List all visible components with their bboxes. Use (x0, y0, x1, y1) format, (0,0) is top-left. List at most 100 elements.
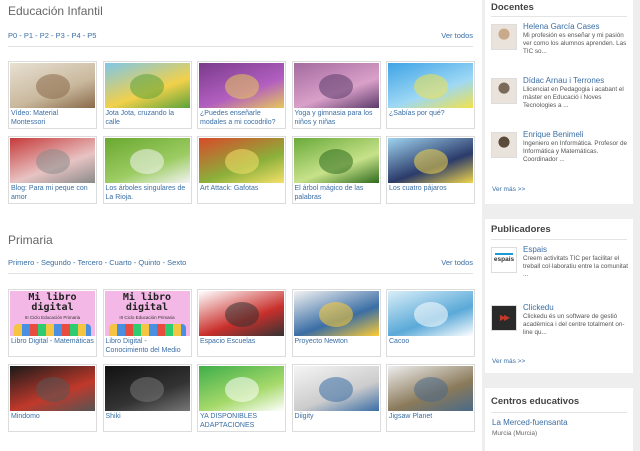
primaria-ver-todos-link[interactable]: Ver todos (441, 258, 473, 267)
section-title-primaria: Primaria (8, 233, 53, 247)
infantil-resource-card[interactable]: Blog: Para mi peque con amor (8, 136, 97, 204)
resource-caption[interactable]: Espacio Escuelas (200, 338, 283, 347)
thumbnail-shape (224, 377, 259, 402)
resource-caption[interactable]: Blog: Para mi peque con amor (11, 185, 94, 202)
resource-caption[interactable]: ¿Puedes enseñarle modales a mi cocodrilo… (200, 110, 283, 127)
primaria-resource-card[interactable]: YA DISPONIBLES ADAPTACIONES (197, 364, 286, 432)
grade-link-cuarto[interactable]: Cuarto (109, 258, 132, 267)
resource-thumbnail (10, 63, 95, 108)
resource-caption[interactable]: Los árboles singulares de La Rioja. (106, 185, 189, 202)
primaria-resource-card[interactable]: Shiki (102, 364, 192, 432)
resource-thumbnail (388, 291, 473, 336)
thumbnail-shape (319, 377, 353, 402)
infantil-resource-card[interactable]: ¿Puedes enseñarle modales a mi cocodrilo… (197, 61, 286, 129)
primaria-resource-card[interactable]: Jigsaw Planet (386, 364, 475, 432)
infantil-ver-todos-link[interactable]: Ver todos (441, 31, 473, 40)
publisher-logo[interactable]: espais (491, 247, 517, 273)
grade-link-tercero[interactable]: Tercero (78, 258, 103, 267)
thumbnail-illustration (108, 324, 186, 336)
centro-link[interactable]: La Merced-fuensanta (492, 418, 568, 427)
docente-name-link[interactable]: Helena García Cases (523, 22, 599, 31)
link-separator: - (34, 258, 41, 267)
resource-caption[interactable]: Libro Digital - Matemáticas (11, 338, 94, 347)
level-link-p2[interactable]: P2 (40, 31, 49, 40)
thumbnail-shape (130, 377, 164, 402)
resource-caption[interactable]: ¿Sabías por qué? (389, 110, 472, 119)
resource-caption[interactable]: Diigity (295, 413, 378, 422)
resource-thumbnail (10, 138, 95, 183)
primaria-resource-card[interactable]: Proyecto Newton (291, 289, 381, 357)
resource-caption[interactable]: El árbol mágico de las palabras (295, 185, 378, 202)
resource-thumbnail: Mi libro digital III Ciclo Educación Prim… (10, 291, 95, 336)
publicadores-box: Publicadores espais Espais Creem activitat… (485, 219, 633, 373)
grade-link-quinto[interactable]: Quinto (138, 258, 160, 267)
publicador-name-link[interactable]: Espais (523, 245, 547, 254)
resource-caption[interactable]: Mindomo (11, 413, 94, 422)
avatar[interactable] (491, 24, 517, 50)
primaria-resource-card[interactable]: Diigity (291, 364, 381, 432)
docentes-box: Docentes Helena García Cases Mi profesión… (485, 0, 633, 204)
primaria-resource-card[interactable]: Mi libro digital III Ciclo Educación Prim… (8, 289, 97, 357)
thumbnail-shape (35, 377, 70, 402)
resource-caption[interactable]: YA DISPONIBLES ADAPTACIONES (200, 413, 283, 430)
resource-caption[interactable]: Yoga y gimnasia para los niños y niñas (295, 110, 378, 127)
docente-item: Helena García Cases Mi profesión es enseñ… (491, 22, 629, 62)
resource-thumbnail (388, 138, 473, 183)
docente-description: Ingeniero en Informática. Profesor de In… (523, 140, 627, 163)
infantil-resource-card[interactable]: Yoga y gimnasia para los niños y niñas (291, 61, 381, 129)
publisher-logo[interactable]: ▶▶ (491, 305, 517, 331)
infantil-resource-card[interactable]: Art Attack: Gafotas (197, 136, 286, 204)
level-link-p1[interactable]: P1 (24, 31, 33, 40)
level-link-p0[interactable]: P0 (8, 31, 17, 40)
resource-caption[interactable]: Jigsaw Planet (389, 413, 472, 422)
resource-thumbnail (104, 138, 190, 183)
thumbnail-illustration (14, 324, 91, 336)
avatar[interactable] (491, 78, 517, 104)
section-title-infantil: Educación Infantil (8, 4, 103, 18)
resource-caption[interactable]: Proyecto Newton (295, 338, 378, 347)
thumbnail-shape (413, 377, 448, 402)
thumbnail-title: Mi libro digital (28, 292, 77, 313)
infantil-resource-card[interactable]: Jota Jota, cruzando la calle (102, 61, 192, 129)
thumbnail-shape (130, 74, 164, 99)
resource-thumbnail (388, 366, 473, 411)
resource-thumbnail (199, 366, 284, 411)
resource-caption[interactable]: Cacoo (389, 338, 472, 347)
centros-title: Centros educativos (491, 396, 580, 407)
primaria-resource-card[interactable]: Mi libro digital III Ciclo Educación Prim… (102, 289, 192, 357)
resource-thumbnail (199, 63, 284, 108)
infantil-resource-card[interactable]: ¿Sabías por qué? (386, 61, 475, 129)
resource-thumbnail (10, 366, 95, 411)
infantil-resource-card[interactable]: Vídeo: Material Montessori (8, 61, 97, 129)
primaria-resource-card[interactable]: Espacio Escuelas (197, 289, 286, 357)
thumbnail-shape (319, 149, 353, 174)
resource-caption[interactable]: Art Attack: Gafotas (200, 185, 283, 194)
docente-name-link[interactable]: Dídac Arnau i Terrones (523, 76, 604, 85)
resource-caption[interactable]: Jota Jota, cruzando la calle (106, 110, 189, 127)
primaria-resource-card[interactable]: Cacoo (386, 289, 475, 357)
main-content: Educación Infantil P0 - P1 - P2 - P3 - P… (0, 0, 478, 451)
primaria-resource-card[interactable]: Mindomo (8, 364, 97, 432)
divider (8, 273, 473, 274)
resource-caption[interactable]: Shiki (106, 413, 189, 422)
resource-caption[interactable]: Vídeo: Material Montessori (11, 110, 94, 127)
grade-link-segundo[interactable]: Segundo (41, 258, 71, 267)
infantil-resource-card[interactable]: Los cuatro pájaros (386, 136, 475, 204)
level-link-p3[interactable]: P3 (56, 31, 65, 40)
divider (491, 239, 627, 240)
publicador-name-link[interactable]: Clickedu (523, 303, 554, 312)
level-link-p4[interactable]: P4 (71, 31, 80, 40)
resource-caption[interactable]: Libro Digital - Conocimiento del Medio (106, 338, 189, 355)
docente-name-link[interactable]: Enrique Benimeli (523, 130, 583, 139)
docente-description: Llicenciat en Pedagogia i acabant el màs… (523, 86, 624, 109)
avatar[interactable] (491, 132, 517, 158)
infantil-resource-card[interactable]: Los árboles singulares de La Rioja. (102, 136, 192, 204)
thumbnail-shape (224, 149, 259, 174)
grade-link-sexto[interactable]: Sexto (167, 258, 186, 267)
resource-caption[interactable]: Los cuatro pájaros (389, 185, 472, 194)
docentes-ver-mas-link[interactable]: Ver más >> (492, 186, 525, 193)
publicadores-ver-mas-link[interactable]: Ver más >> (492, 358, 525, 365)
level-link-p5[interactable]: P5 (87, 31, 96, 40)
grade-link-primero[interactable]: Primero (8, 258, 34, 267)
infantil-resource-card[interactable]: El árbol mágico de las palabras (291, 136, 381, 204)
